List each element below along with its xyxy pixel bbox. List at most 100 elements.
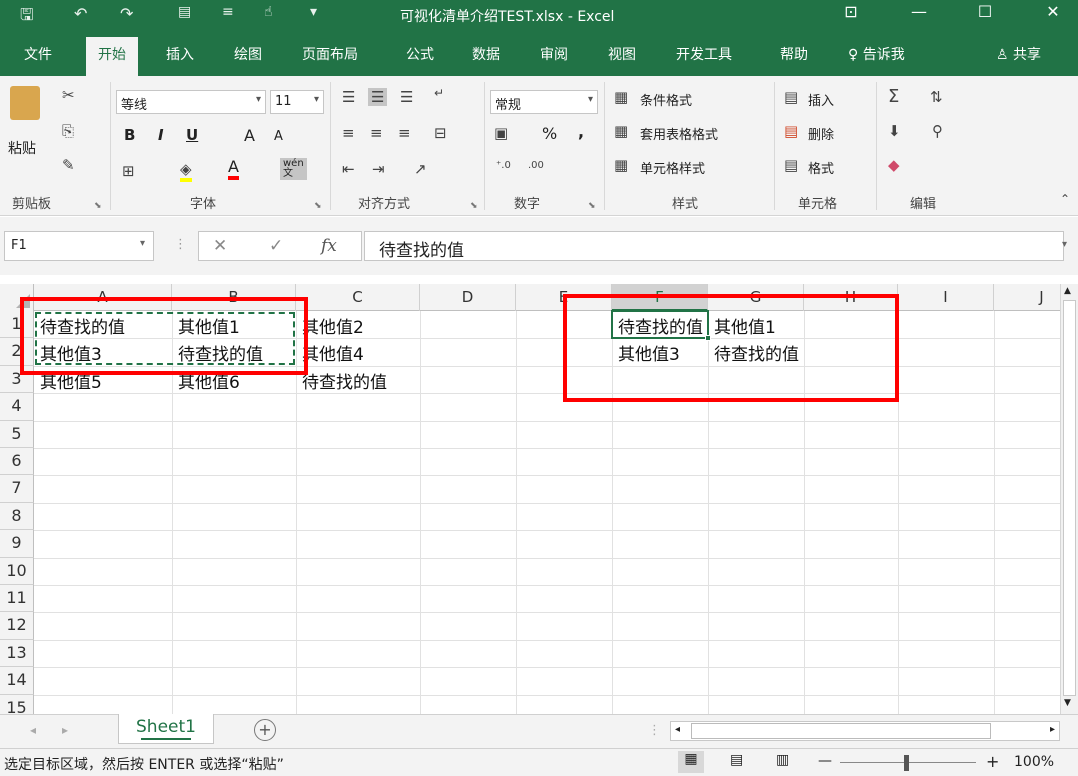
column-header-c[interactable]: C [296,284,420,311]
format-painter-icon[interactable]: ✎ [62,156,75,174]
currency-icon[interactable]: ▣ [494,124,508,142]
normal-view-icon[interactable]: ▦ [678,751,704,773]
increase-decimal-icon[interactable]: ⁺.0 [496,160,511,171]
column-header-j[interactable]: J [994,284,1060,311]
conditional-formatting-button[interactable]: 条件格式 [640,90,692,109]
ribbon-display-options-button[interactable]: ⊡ [828,2,874,21]
align-center-icon[interactable]: ≡ [370,124,383,142]
format-cells-button[interactable]: 格式 [808,158,834,177]
format-as-table-button[interactable]: 套用表格格式 [640,124,718,143]
horizontal-scrollbar[interactable]: ◂ ▸ [670,721,1060,741]
drag-handle-icon[interactable]: ⋮ [174,237,187,252]
row-header-10[interactable]: 10 [0,557,34,585]
scroll-left-icon[interactable]: ◂ [675,724,680,735]
number-launcher-icon[interactable]: ⬊ [588,201,596,211]
customize-toolbar-icon[interactable]: ▾ [310,4,317,20]
touch-mode-icon[interactable]: ☝ [264,4,273,20]
vertical-scrollbar[interactable]: ▲ ▼ [1060,284,1078,714]
zoom-level[interactable]: 100% [1014,754,1054,770]
italic-button[interactable]: I [158,126,164,144]
percent-button[interactable]: % [542,124,557,143]
alignment-launcher-icon[interactable]: ⬊ [470,201,478,211]
row-header-13[interactable]: 13 [0,639,34,668]
font-launcher-icon[interactable]: ⬊ [314,201,322,211]
cell-styles-icon[interactable]: ▦ [614,156,628,174]
borders-icon[interactable]: ⊞ [122,162,135,180]
tab-home[interactable]: 开始 [86,37,138,76]
align-right-icon[interactable]: ≡ [398,124,411,142]
insert-cells-button[interactable]: 插入 [808,90,834,109]
maximize-button[interactable]: ☐ [962,2,1008,21]
zoom-in-button[interactable]: + [986,752,999,771]
zoom-out-button[interactable]: — [818,753,832,769]
insert-cells-icon[interactable]: ▤ [784,88,798,106]
font-name-select[interactable]: 等线 ▾ [116,90,266,114]
number-format-select[interactable]: 常规 ▾ [490,90,598,114]
paste-button[interactable]: 粘贴 [8,138,36,158]
share-button[interactable]: ♙ 共享 [996,44,1041,64]
column-header-i[interactable]: I [898,284,994,311]
tab-insert[interactable]: 插入 [166,44,194,64]
prev-sheet-icon[interactable]: ◂ [30,723,36,737]
tab-draw[interactable]: 绘图 [234,44,262,64]
cell-c3[interactable]: 待查找的值 [296,366,456,393]
tab-developer[interactable]: 开发工具 [676,44,732,64]
insert-function-button[interactable]: fx [321,236,337,256]
tab-view[interactable]: 视图 [608,44,636,64]
collapse-ribbon-icon[interactable]: ⌃ [1060,192,1070,206]
conditional-formatting-icon[interactable]: ▦ [614,88,628,106]
paste-icon[interactable] [10,86,40,120]
add-sheet-button[interactable]: + [254,719,276,741]
row-header-14[interactable]: 14 [0,667,34,695]
split-handle-icon[interactable]: ⋮ [648,723,661,738]
horizontal-scroll-thumb[interactable] [691,723,991,739]
tab-help[interactable]: 帮助 [780,44,808,64]
align-top-icon[interactable]: ☰ [342,88,355,106]
column-header-d[interactable]: D [420,284,516,311]
scroll-thumb[interactable] [1063,300,1076,696]
copy-icon[interactable]: ⎘ [62,122,74,140]
row-header-4[interactable]: 4 [0,393,34,421]
next-sheet-icon[interactable]: ▸ [62,723,68,737]
decrease-indent-icon[interactable]: ⇤ [342,160,355,178]
tab-file[interactable]: 文件 [24,44,52,64]
cell-c2[interactable]: 其他值4 [296,338,456,365]
clear-icon[interactable]: ◆ [888,156,900,174]
row-header-11[interactable]: 11 [0,585,34,613]
increase-indent-icon[interactable]: ⇥ [372,160,385,178]
underline-button[interactable]: U [186,126,198,144]
expand-formula-bar-icon[interactable]: ▾ [1062,239,1067,250]
tab-review[interactable]: 审阅 [540,44,568,64]
formula-input[interactable]: 待查找的值 [364,231,1064,261]
clipboard-launcher-icon[interactable]: ⬊ [94,201,102,211]
font-size-select[interactable]: 11 ▾ [270,90,324,114]
orientation-icon[interactable]: ↗ [414,160,427,178]
decrease-decimal-icon[interactable]: .00 [528,160,544,171]
row-header-7[interactable]: 7 [0,475,34,503]
font-color-button[interactable]: A [228,158,239,180]
sort-filter-icon[interactable]: ⇅ [930,88,943,106]
save-icon[interactable]: 🖫 [20,4,34,31]
align-bottom-icon[interactable]: ☰ [400,88,413,106]
format-as-table-icon[interactable]: ▦ [614,122,628,140]
cancel-icon[interactable]: ✕ [213,236,227,256]
align-middle-icon[interactable]: ☰ [368,88,388,106]
comma-button[interactable]: , [578,122,584,141]
cell-c1[interactable]: 其他值2 [296,311,456,338]
scroll-up-icon[interactable]: ▲ [1064,286,1071,296]
delete-cells-icon[interactable]: ▤ [784,122,798,140]
enter-icon[interactable]: ✓ [269,236,283,256]
form-icon[interactable]: ▤ [178,4,191,20]
scroll-right-icon[interactable]: ▸ [1050,724,1055,735]
format-cells-icon[interactable]: ▤ [784,156,798,174]
delete-cells-button[interactable]: 删除 [808,124,834,143]
close-button[interactable]: ✕ [1030,2,1076,21]
grow-font-button[interactable]: A [244,126,255,145]
cut-icon[interactable]: ✂ [62,86,75,104]
bold-button[interactable]: B [124,126,135,144]
phonetic-guide-button[interactable]: wén 文 [280,158,307,180]
tab-formulas[interactable]: 公式 [406,44,434,64]
scroll-down-icon[interactable]: ▼ [1064,698,1071,708]
row-header-8[interactable]: 8 [0,502,34,531]
cell-styles-button[interactable]: 单元格样式 [640,158,705,177]
